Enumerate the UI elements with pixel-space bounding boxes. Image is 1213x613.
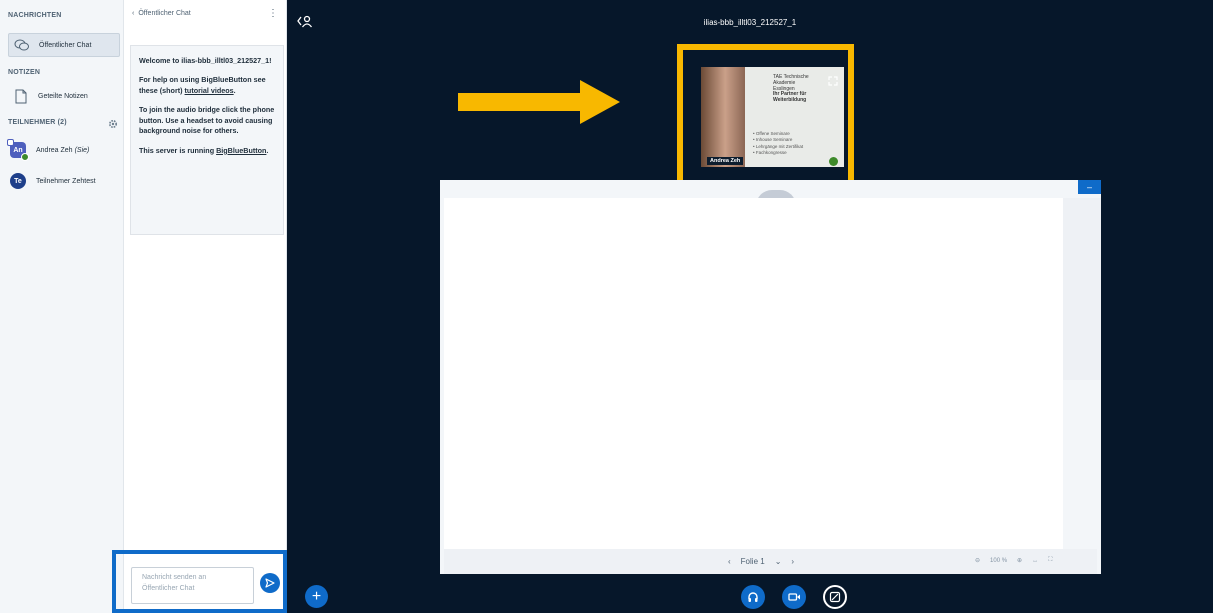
bbb-app: NACHRICHTEN Öffentlicher Chat NOTIZEN Ge… — [0, 0, 1213, 613]
chevron-down-icon[interactable]: ⌄ — [775, 557, 782, 566]
chat-icon — [13, 36, 31, 54]
participant-row[interactable]: Te Teilnehmer Zehtest — [10, 173, 96, 189]
participant-name: Andrea Zeh — [36, 146, 73, 154]
slide-navigation: ‹ Folie 1 ⌄ › — [728, 557, 794, 566]
webcam-card-text: TAE Technische Akademie Esslingen Ihr Pa… — [773, 74, 809, 104]
chat-message-input[interactable]: Nachricht senden an Öffentlicher Chat — [131, 567, 254, 604]
server-post: . — [266, 145, 269, 155]
card-bullet: • Lehrgänge mit Zertifikat — [753, 143, 804, 149]
screen-share-icon — [829, 591, 841, 603]
previous-slide-icon[interactable]: ‹ — [728, 557, 731, 566]
welcome-title: Welcome to ilias-bbb_illtl03_212527_1! — [139, 56, 272, 65]
server-text: This server is running BigBlueButton. — [139, 146, 275, 156]
messages-heading: NACHRICHTEN — [8, 12, 62, 19]
notes-heading: NOTIZEN — [8, 69, 41, 76]
participant-name: Teilnehmer Zehtest — [36, 177, 96, 185]
minimize-presentation-button[interactable]: – — [1078, 180, 1101, 194]
zoom-in-icon[interactable]: ⊕ — [1017, 557, 1022, 564]
gear-icon[interactable] — [108, 116, 118, 129]
fullscreen-presentation-icon[interactable]: ⛶ — [1048, 557, 1052, 564]
shared-notes-item[interactable]: Geteilte Notizen — [8, 84, 120, 108]
send-icon — [265, 578, 275, 588]
next-slide-icon[interactable]: › — [791, 557, 794, 566]
presentation-slide[interactable] — [444, 198, 1063, 549]
avatar-initials: An — [13, 146, 23, 154]
microphone-icon — [829, 157, 838, 166]
audio-status-icon — [21, 153, 29, 161]
zoom-controls: ⊖ 100 % ⊕ ↔ ⛶ — [975, 557, 1052, 564]
public-chat-item[interactable]: Öffentlicher Chat — [8, 33, 120, 57]
chevron-left-icon: ‹ — [132, 10, 135, 17]
bigbluebutton-link[interactable]: BigBlueButton — [216, 146, 266, 155]
participants-heading: TEILNEHMER (2) — [8, 119, 67, 126]
help-text: For help on using BigBlueButton see thes… — [139, 75, 275, 96]
zoom-out-icon[interactable]: ⊖ — [975, 557, 980, 564]
card-bullet: • Fachkongresse — [753, 149, 787, 155]
webcam-video[interactable]: TAE Technische Akademie Esslingen Ihr Pa… — [701, 67, 844, 167]
note-icon — [12, 87, 30, 105]
audio-headphones-button[interactable] — [741, 585, 765, 609]
video-camera-icon — [787, 593, 800, 601]
send-message-button[interactable] — [260, 573, 280, 593]
presentation-side-strip — [1063, 198, 1101, 380]
headphones-icon — [748, 592, 758, 602]
webcam-button[interactable] — [782, 585, 806, 609]
presenter-icon — [7, 139, 14, 146]
avatar: An — [7, 139, 29, 161]
meeting-title: ilias-bbb_illtl03_212527_1 — [703, 18, 797, 27]
help-post: . — [233, 85, 236, 95]
card-line: Weiterbildung — [773, 97, 807, 103]
chat-panel: ‹ Öffentlicher Chat ⋮ Welcome to ilias-b… — [124, 0, 287, 613]
screen-share-button[interactable] — [823, 585, 847, 609]
audio-text: To join the audio bridge click the phone… — [139, 105, 275, 136]
server-pre: This server is running — [139, 145, 217, 155]
fullscreen-icon[interactable] — [828, 73, 838, 86]
avatar: Te — [10, 173, 26, 189]
participant-self-tag: (Sie) — [74, 146, 90, 154]
more-options-icon[interactable]: ⋮ — [268, 9, 278, 19]
fit-width-icon[interactable]: ↔ — [1032, 558, 1038, 564]
slide-selector[interactable]: Folie 1 — [741, 557, 765, 566]
welcome-message: Welcome to ilias-bbb_illtl03_212527_1! F… — [130, 45, 284, 235]
zoom-level: 100 % — [990, 557, 1008, 564]
userlist-panel: NACHRICHTEN Öffentlicher Chat NOTIZEN Ge… — [0, 0, 124, 613]
participant-row[interactable]: An Andrea Zeh (Sie) — [7, 139, 90, 161]
chat-title: Öffentlicher Chat — [138, 10, 191, 17]
highlight-arrow — [458, 80, 620, 124]
avatar-initials: Te — [14, 177, 22, 185]
webcam-user-name: Andrea Zeh — [707, 157, 744, 165]
webcam-face-image — [701, 67, 745, 167]
webcam-card-bullets: • Offene Seminare • Inhouse Seminare • L… — [753, 131, 803, 156]
chat-header[interactable]: ‹ Öffentlicher Chat — [132, 10, 191, 17]
actions-plus-button[interactable]: + — [305, 585, 328, 608]
public-chat-label: Öffentlicher Chat — [39, 41, 92, 49]
shared-notes-label: Geteilte Notizen — [38, 92, 88, 100]
placeholder-line: Öffentlicher Chat — [142, 584, 195, 592]
placeholder-line: Nachricht senden an — [142, 574, 207, 581]
tutorial-link[interactable]: tutorial videos — [185, 86, 234, 95]
